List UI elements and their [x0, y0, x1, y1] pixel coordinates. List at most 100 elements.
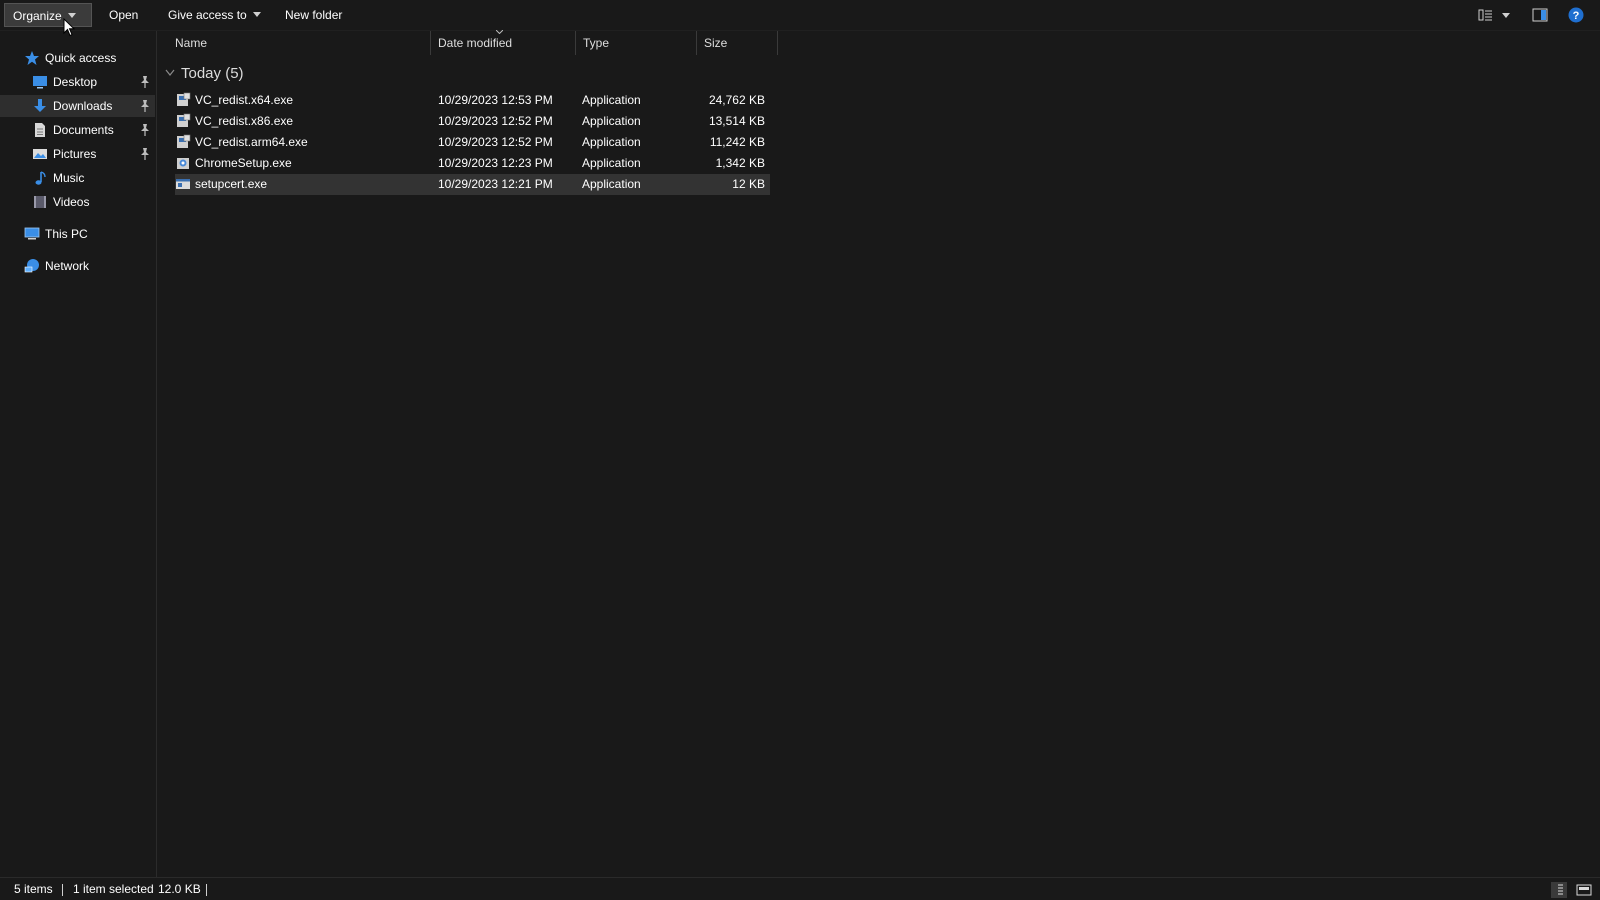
- nav-item-desktop[interactable]: Desktop: [0, 71, 155, 93]
- file-name: VC_redist.x86.exe: [195, 114, 294, 128]
- command-bar: Organize Open Give access to New folder: [0, 0, 1600, 31]
- file-type: Application: [582, 135, 641, 149]
- file-size: 24,762 KB: [708, 93, 765, 107]
- file-size: 13,514 KB: [708, 114, 765, 128]
- give-access-label: Give access to: [168, 8, 247, 22]
- group-label: Today (5): [181, 65, 244, 82]
- file-date: 10/29/2023 12:21 PM: [438, 177, 553, 191]
- installer-icon: [177, 113, 191, 127]
- nav-item-label: Desktop: [53, 75, 98, 89]
- organize-button[interactable]: Organize: [4, 3, 92, 27]
- file-type: Application: [582, 93, 641, 107]
- status-divider: [62, 884, 63, 896]
- preview-pane-icon[interactable]: [1532, 7, 1548, 23]
- view-options-icon[interactable]: [1478, 7, 1494, 23]
- file-name: VC_redist.x64.exe: [195, 93, 294, 107]
- details-view-icon[interactable]: [1551, 882, 1567, 898]
- nav-item-videos[interactable]: Videos: [0, 191, 155, 213]
- pin-icon[interactable]: [139, 75, 151, 89]
- status-bar: 5 items 1 item selected 12.0 KB: [0, 877, 1600, 900]
- column-header-type[interactable]: Type: [577, 31, 697, 55]
- group-header-today[interactable]: Today (5): [181, 64, 244, 84]
- pictures-icon: [33, 149, 47, 159]
- nav-quick-access-label: Quick access: [45, 51, 117, 65]
- documents-icon: [35, 123, 45, 137]
- help-icon[interactable]: ?: [1568, 7, 1584, 23]
- nav-item-pictures[interactable]: Pictures: [0, 143, 155, 165]
- collapse-chevron-icon[interactable]: [165, 69, 175, 77]
- nav-item-label: Documents: [53, 123, 114, 137]
- open-button[interactable]: Open: [101, 3, 146, 27]
- file-date: 10/29/2023 12:52 PM: [438, 135, 553, 149]
- open-label: Open: [109, 8, 139, 22]
- nav-item-label: Videos: [53, 195, 90, 209]
- navigation-pane: Quick access Desktop Downloads Documents…: [0, 31, 157, 877]
- file-row[interactable]: VC_redist.x64.exe 10/29/2023 12:53 PM Ap…: [175, 90, 770, 111]
- status-divider: [206, 884, 207, 896]
- nav-item-music[interactable]: Music: [0, 167, 155, 189]
- file-size: 12 KB: [732, 177, 765, 191]
- nav-network-label: Network: [45, 259, 90, 273]
- pin-icon[interactable]: [139, 123, 151, 137]
- column-header-date-modified[interactable]: Date modified: [432, 30, 576, 55]
- sort-indicator-icon: [496, 30, 503, 34]
- new-folder-button[interactable]: New folder: [277, 3, 350, 27]
- nav-network[interactable]: Network: [0, 255, 155, 277]
- file-row[interactable]: ChromeSetup.exe 10/29/2023 12:23 PM Appl…: [175, 153, 770, 174]
- column-name-label: Name: [175, 36, 208, 50]
- pin-icon[interactable]: [139, 99, 151, 113]
- column-header-size[interactable]: Size: [698, 31, 778, 55]
- file-name: VC_redist.arm64.exe: [195, 135, 308, 149]
- file-name: setupcert.exe: [195, 177, 268, 191]
- nav-this-pc[interactable]: This PC: [0, 223, 155, 245]
- setup-icon: [177, 158, 189, 169]
- column-header-name[interactable]: Name: [169, 31, 431, 55]
- downloads-icon: [34, 99, 46, 112]
- file-type: Application: [582, 114, 641, 128]
- nav-item-label: Downloads: [53, 99, 113, 113]
- file-explorer-window: Organize Open Give access to New folder: [0, 0, 1600, 900]
- status-item-count: 5 items: [14, 882, 53, 896]
- nav-item-documents[interactable]: Documents: [0, 119, 155, 141]
- column-size-label: Size: [704, 36, 728, 50]
- star-icon: [25, 51, 39, 65]
- file-row[interactable]: VC_redist.x86.exe 10/29/2023 12:52 PM Ap…: [175, 111, 770, 132]
- file-type: Application: [582, 156, 641, 170]
- status-selection: 1 item selected: [73, 882, 154, 896]
- chevron-down-icon[interactable]: [1501, 7, 1511, 23]
- svg-text:?: ?: [1573, 10, 1580, 22]
- file-date: 10/29/2023 12:52 PM: [438, 114, 553, 128]
- nav-quick-access[interactable]: Quick access: [0, 47, 155, 69]
- mouse-cursor-icon: [63, 18, 75, 37]
- file-row[interactable]: setupcert.exe 10/29/2023 12:21 PM Applic…: [175, 174, 770, 195]
- give-access-button[interactable]: Give access to: [160, 3, 269, 27]
- file-date: 10/29/2023 12:53 PM: [438, 93, 553, 107]
- file-name: ChromeSetup.exe: [195, 156, 292, 170]
- column-date-label: Date modified: [438, 36, 513, 50]
- file-list-pane: Name Date modified Type Size Today (5) V…: [157, 30, 1600, 877]
- column-type-label: Type: [583, 36, 610, 50]
- nav-item-downloads[interactable]: Downloads: [0, 95, 155, 117]
- videos-icon: [34, 196, 46, 208]
- large-icons-view-icon[interactable]: [1576, 882, 1592, 898]
- file-size: 1,342 KB: [715, 156, 765, 170]
- app-window-icon: [176, 179, 190, 189]
- installer-icon: [177, 134, 191, 148]
- nav-item-label: Pictures: [53, 147, 97, 161]
- music-icon: [35, 171, 46, 185]
- new-folder-label: New folder: [285, 8, 343, 22]
- installer-icon: [177, 92, 191, 106]
- nav-item-label: Music: [53, 171, 85, 185]
- organize-label: Organize: [13, 9, 62, 23]
- file-row[interactable]: VC_redist.arm64.exe 10/29/2023 12:52 PM …: [175, 132, 770, 153]
- network-icon: [24, 259, 39, 273]
- file-type: Application: [582, 177, 641, 191]
- status-selection-size: 12.0 KB: [158, 882, 201, 896]
- desktop-icon: [33, 76, 47, 89]
- file-size: 11,242 KB: [709, 135, 765, 149]
- computer-icon: [24, 227, 40, 240]
- pin-icon[interactable]: [139, 147, 151, 161]
- chevron-down-icon: [252, 12, 261, 18]
- nav-this-pc-label: This PC: [45, 227, 88, 241]
- file-date: 10/29/2023 12:23 PM: [438, 156, 553, 170]
